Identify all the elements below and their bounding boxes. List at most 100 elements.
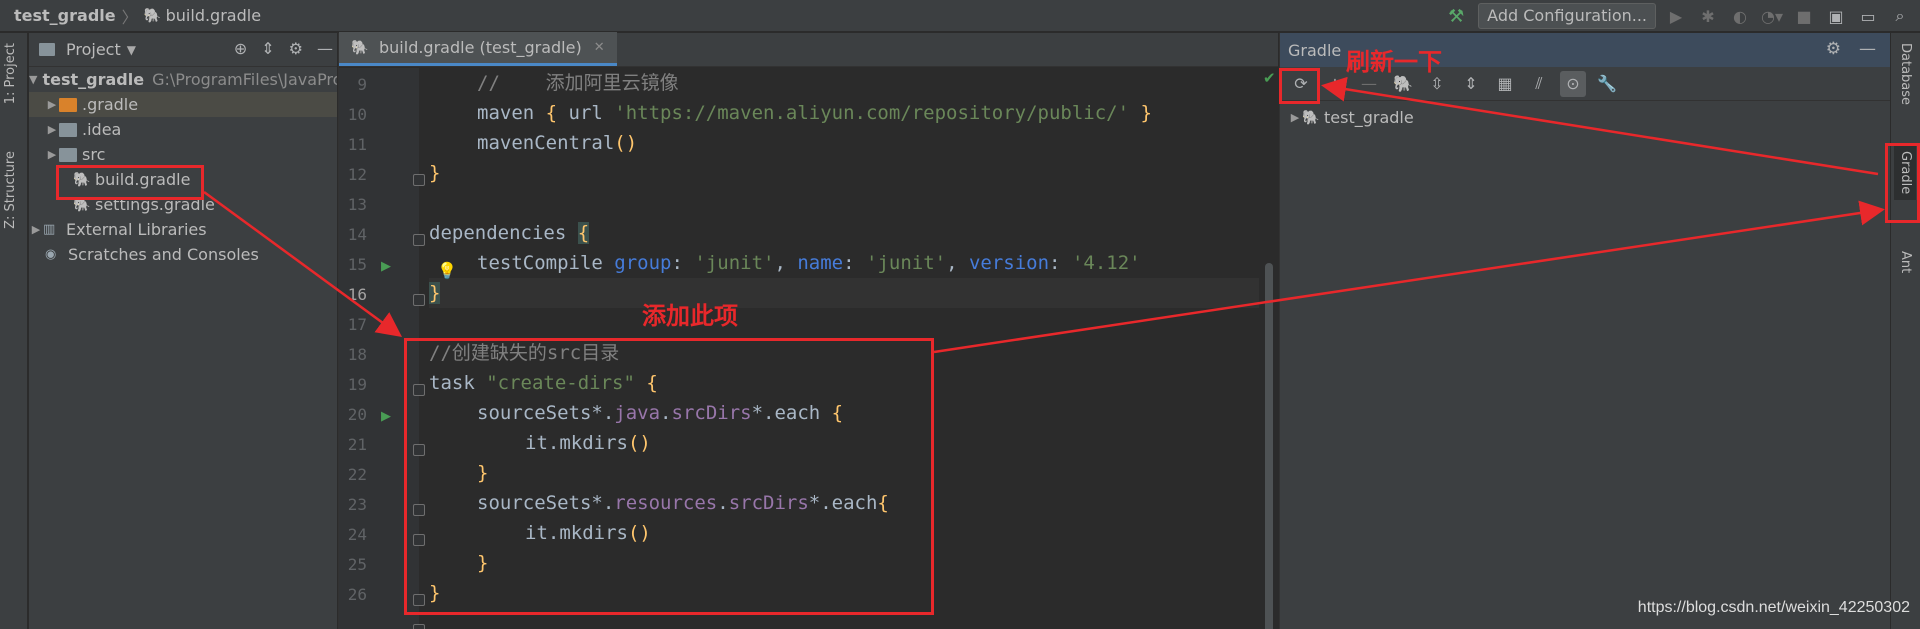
tree-row-root[interactable]: ▼ test_gradle G:\ProgramFiles\JavaPro	[29, 67, 337, 92]
gradle-project-label: test_gradle	[1324, 108, 1414, 127]
watermark-text: https://blog.csdn.net/weixin_42250302	[1637, 599, 1910, 616]
tree-item-label: Scratches and Consoles	[68, 245, 259, 264]
tree-row-gradle-folder[interactable]: ▶ .gradle	[29, 92, 337, 117]
locate-icon[interactable]: ⊕	[234, 39, 247, 58]
tree-row-external-libraries[interactable]: ▶ ▥ External Libraries	[29, 217, 337, 242]
tree-item-label: src	[82, 145, 106, 164]
navigation-bar: test_gradle 〉 🐘 build.gradle ⚒ Add Confi…	[0, 0, 1920, 32]
breadcrumb: test_gradle 〉 🐘 build.gradle	[0, 4, 261, 28]
fold-marker-icon[interactable]	[413, 234, 425, 246]
chevron-down-icon[interactable]: ▼	[127, 43, 136, 57]
gear-icon[interactable]: ⚙	[1826, 39, 1841, 59]
collapse-all-icon[interactable]: ⇕	[1458, 71, 1484, 97]
show-dependencies-icon[interactable]: ⊙	[1560, 70, 1586, 97]
tab-structure[interactable]: Z: Structure	[3, 151, 18, 229]
line-number: 16	[347, 285, 367, 304]
line-number: 10	[347, 105, 367, 124]
tree-row-scratches[interactable]: ◉ Scratches and Consoles	[29, 242, 337, 267]
scratches-icon: ◉	[45, 247, 57, 262]
tree-row-idea[interactable]: ▶ .idea	[29, 117, 337, 142]
tab-build-gradle[interactable]: 🐘 build.gradle (test_gradle) ✕	[339, 32, 617, 66]
root-name: test_gradle	[42, 70, 145, 89]
line-number: 20	[347, 405, 367, 424]
code-line-9: // 添加阿里云镜像	[477, 72, 679, 94]
gear-icon[interactable]: ⚙	[289, 39, 303, 58]
line-number: 26	[347, 585, 367, 604]
fold-marker-icon[interactable]	[413, 294, 425, 306]
highlight-box-gradle-tab	[1885, 143, 1920, 223]
group-modules-icon[interactable]: ▦	[1492, 71, 1518, 97]
run-toolbar: ⚒ Add Configuration... ▶ ✱ ◐ ◔▾ ■ ▣ ▭ ⌕	[1442, 0, 1920, 32]
run-icon[interactable]: ▶	[1664, 7, 1688, 26]
gradle-panel: Gradle ⚙ — ⟳ + — 🐘 ⇳ ⇕ ▦ ⫽ ⊙ 🔧 ▶ 🐘 test_…	[1279, 33, 1890, 629]
build-hammer-icon[interactable]: ⚒	[1442, 6, 1470, 27]
breadcrumb-file[interactable]: build.gradle	[166, 6, 261, 25]
stop-icon[interactable]: ■	[1792, 7, 1816, 26]
coverage-icon[interactable]: ◐	[1728, 7, 1752, 26]
tab-label: build.gradle (test_gradle)	[379, 38, 582, 57]
highlight-box-new-task	[404, 338, 934, 615]
vertical-scrollbar[interactable]	[1265, 263, 1273, 629]
fold-marker-icon[interactable]	[413, 624, 425, 629]
folder-icon	[59, 122, 77, 137]
line-number: 22	[347, 465, 367, 484]
debug-icon[interactable]: ✱	[1696, 7, 1720, 26]
wrench-icon[interactable]: 🔧	[1594, 71, 1620, 97]
run-gutter-icon[interactable]: ▶	[381, 259, 391, 274]
gradle-tree: ▶ 🐘 test_gradle	[1280, 101, 1890, 130]
highlight-box-refresh	[1279, 68, 1320, 104]
library-icon: ▥	[43, 222, 56, 237]
collapse-arrow-icon[interactable]: ▶	[29, 223, 43, 236]
toggle-offline-icon[interactable]: ⫽	[1526, 71, 1552, 97]
folder-icon	[39, 43, 55, 56]
profile-icon[interactable]: ◔▾	[1760, 7, 1784, 26]
terminal-icon[interactable]: ▭	[1856, 7, 1880, 26]
annotation-refresh-label: 刷新一下	[1346, 48, 1442, 76]
project-panel-title[interactable]: Project	[66, 40, 121, 59]
tree-row-src[interactable]: ▶ src	[29, 142, 337, 167]
line-number: 25	[347, 555, 367, 574]
folder-icon	[59, 147, 77, 162]
collapse-arrow-icon[interactable]: ▶	[1288, 111, 1302, 124]
gradle-tree-root[interactable]: ▶ 🐘 test_gradle	[1280, 105, 1890, 130]
hide-icon[interactable]: —	[1859, 39, 1876, 59]
line-number: 24	[347, 525, 367, 544]
root-path: G:\ProgramFiles\JavaPro	[152, 70, 337, 89]
gradle-elephant-icon: 🐘	[1302, 109, 1320, 126]
line-number: 21	[347, 435, 367, 454]
current-line-highlight	[429, 278, 1259, 308]
fold-marker-icon[interactable]	[413, 174, 425, 186]
line-number: 11	[347, 135, 367, 154]
code-line-14: dependencies {	[429, 222, 590, 244]
collapse-arrow-icon[interactable]: ▶	[45, 123, 59, 136]
project-structure-icon[interactable]: ▣	[1824, 7, 1848, 26]
annotation-add-label: 添加此项	[642, 302, 738, 330]
code-line-10: maven { url 'https://maven.aliyun.com/re…	[477, 102, 1152, 124]
tree-item-label: External Libraries	[66, 220, 207, 239]
code-line-16: }	[429, 282, 441, 304]
expand-arrow-icon[interactable]: ▼	[29, 73, 37, 86]
tab-ant[interactable]: Ant	[1898, 251, 1913, 273]
gradle-elephant-icon: 🐘	[143, 7, 162, 24]
hide-icon[interactable]: —	[317, 39, 333, 58]
add-icon[interactable]: +	[1322, 71, 1348, 97]
close-icon[interactable]: ✕	[594, 40, 605, 55]
tab-project[interactable]: 1: Project	[3, 43, 18, 104]
add-configuration-button[interactable]: Add Configuration...	[1478, 3, 1656, 29]
tree-item-label: .idea	[82, 120, 122, 139]
collapse-all-icon[interactable]: ⇕	[261, 39, 274, 58]
collapse-arrow-icon[interactable]: ▶	[45, 148, 59, 161]
lightbulb-icon[interactable]: 💡	[437, 261, 457, 280]
line-number: 14	[347, 225, 367, 244]
line-number: 12	[347, 165, 367, 184]
run-gutter-icon[interactable]: ▶	[381, 409, 391, 424]
highlight-box-build-gradle	[56, 165, 204, 200]
search-icon[interactable]: ⌕	[1888, 6, 1912, 26]
line-number: 15	[347, 255, 367, 274]
collapse-arrow-icon[interactable]: ▶	[45, 98, 59, 111]
folder-icon	[59, 97, 77, 112]
tab-database[interactable]: Database	[1898, 43, 1913, 105]
breadcrumb-project[interactable]: test_gradle	[14, 6, 116, 25]
breadcrumb-separator-icon: 〉	[121, 7, 138, 27]
code-line-11: mavenCentral()	[477, 132, 638, 154]
